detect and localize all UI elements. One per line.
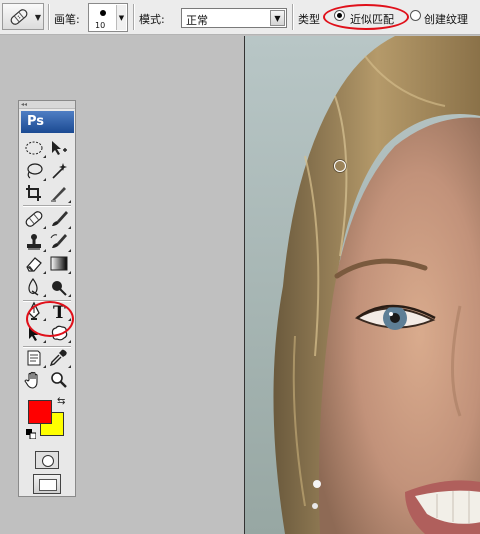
elliptical-marquee-tool[interactable] [23,138,46,158]
burn-tool[interactable] [48,277,71,297]
crop-icon [26,185,41,201]
annotation-circle [323,4,409,30]
notes-icon [27,350,41,366]
brush-picker[interactable]: 10 ▼ [88,3,128,32]
blur-tool[interactable] [23,277,46,297]
annotation-circle [26,301,74,337]
eyedropper-tool[interactable] [48,348,71,368]
elliptical-marquee-icon [25,141,43,155]
brush-label: 画笔: [54,13,80,26]
foreground-color-swatch[interactable] [28,400,52,424]
mode-value: 正常 [186,14,208,27]
chevron-down-icon: ▼ [34,13,41,22]
chevron-down-icon[interactable]: ▼ [116,5,126,30]
mode-label: 模式: [139,13,165,26]
healing-brush-icon [10,9,28,25]
quick-mask-button[interactable] [35,451,59,469]
type-label: 类型 [298,13,320,26]
clone-stamp-icon [27,234,41,250]
healing-brush-icon [25,211,43,227]
ps-logo[interactable]: Ps [21,111,74,133]
hand-icon [24,371,38,389]
document-canvas[interactable] [244,36,480,534]
default-colors-icon[interactable] [26,429,36,439]
burn-icon [52,281,67,296]
notes-tool[interactable] [23,348,46,368]
slice-tool[interactable] [48,183,71,203]
brush-cursor [334,160,346,172]
brush-size: 10 [95,21,106,30]
history-brush-tool[interactable] [48,232,71,252]
divider [292,4,294,30]
brush-tip-icon [100,10,106,16]
slice-icon [51,187,66,202]
gradient-icon [50,256,68,271]
portrait-photo [245,36,480,534]
brush-tool[interactable] [48,209,71,229]
move-tool[interactable] [48,138,70,158]
divider [23,205,71,207]
clone-stamp-tool[interactable] [23,232,46,252]
move-icon [52,141,67,155]
tool-preset-picker[interactable]: ▼ [2,3,44,30]
divider [48,4,50,30]
eraser-tool[interactable] [23,254,46,274]
zoom-tool[interactable] [48,370,70,390]
divider [133,4,135,30]
zoom-icon [51,372,67,388]
history-brush-icon [50,234,67,248]
mode-select[interactable]: 正常 ▼ [181,8,287,28]
chevron-down-icon[interactable]: ▼ [270,10,285,26]
swap-colors-icon[interactable]: ⇆ [57,396,65,407]
crop-tool[interactable] [23,183,45,203]
magic-wand-tool[interactable] [48,161,70,181]
eyedropper-icon [49,349,67,367]
options-bar: ▼ 画笔: 10 ▼ 模式: 正常 ▼ 类型 近似匹配 创建纹理 [0,0,480,35]
lasso-tool[interactable] [23,161,46,181]
lasso-icon [27,163,43,179]
hand-tool[interactable] [23,370,45,390]
toolbox-panel: ◂◂ Ps T ⇆ [18,100,76,497]
create-texture-label[interactable]: 创建纹理 [424,11,468,27]
panel-grip[interactable]: ◂◂ [19,101,75,109]
radio-create-texture[interactable] [410,10,421,21]
magic-wand-icon [52,163,67,179]
eraser-icon [26,257,42,272]
gradient-tool[interactable] [48,254,71,274]
healing-brush-tool[interactable] [23,209,46,229]
brush-icon [52,211,68,226]
screen-mode-button[interactable] [33,474,61,494]
blur-icon [28,277,39,296]
